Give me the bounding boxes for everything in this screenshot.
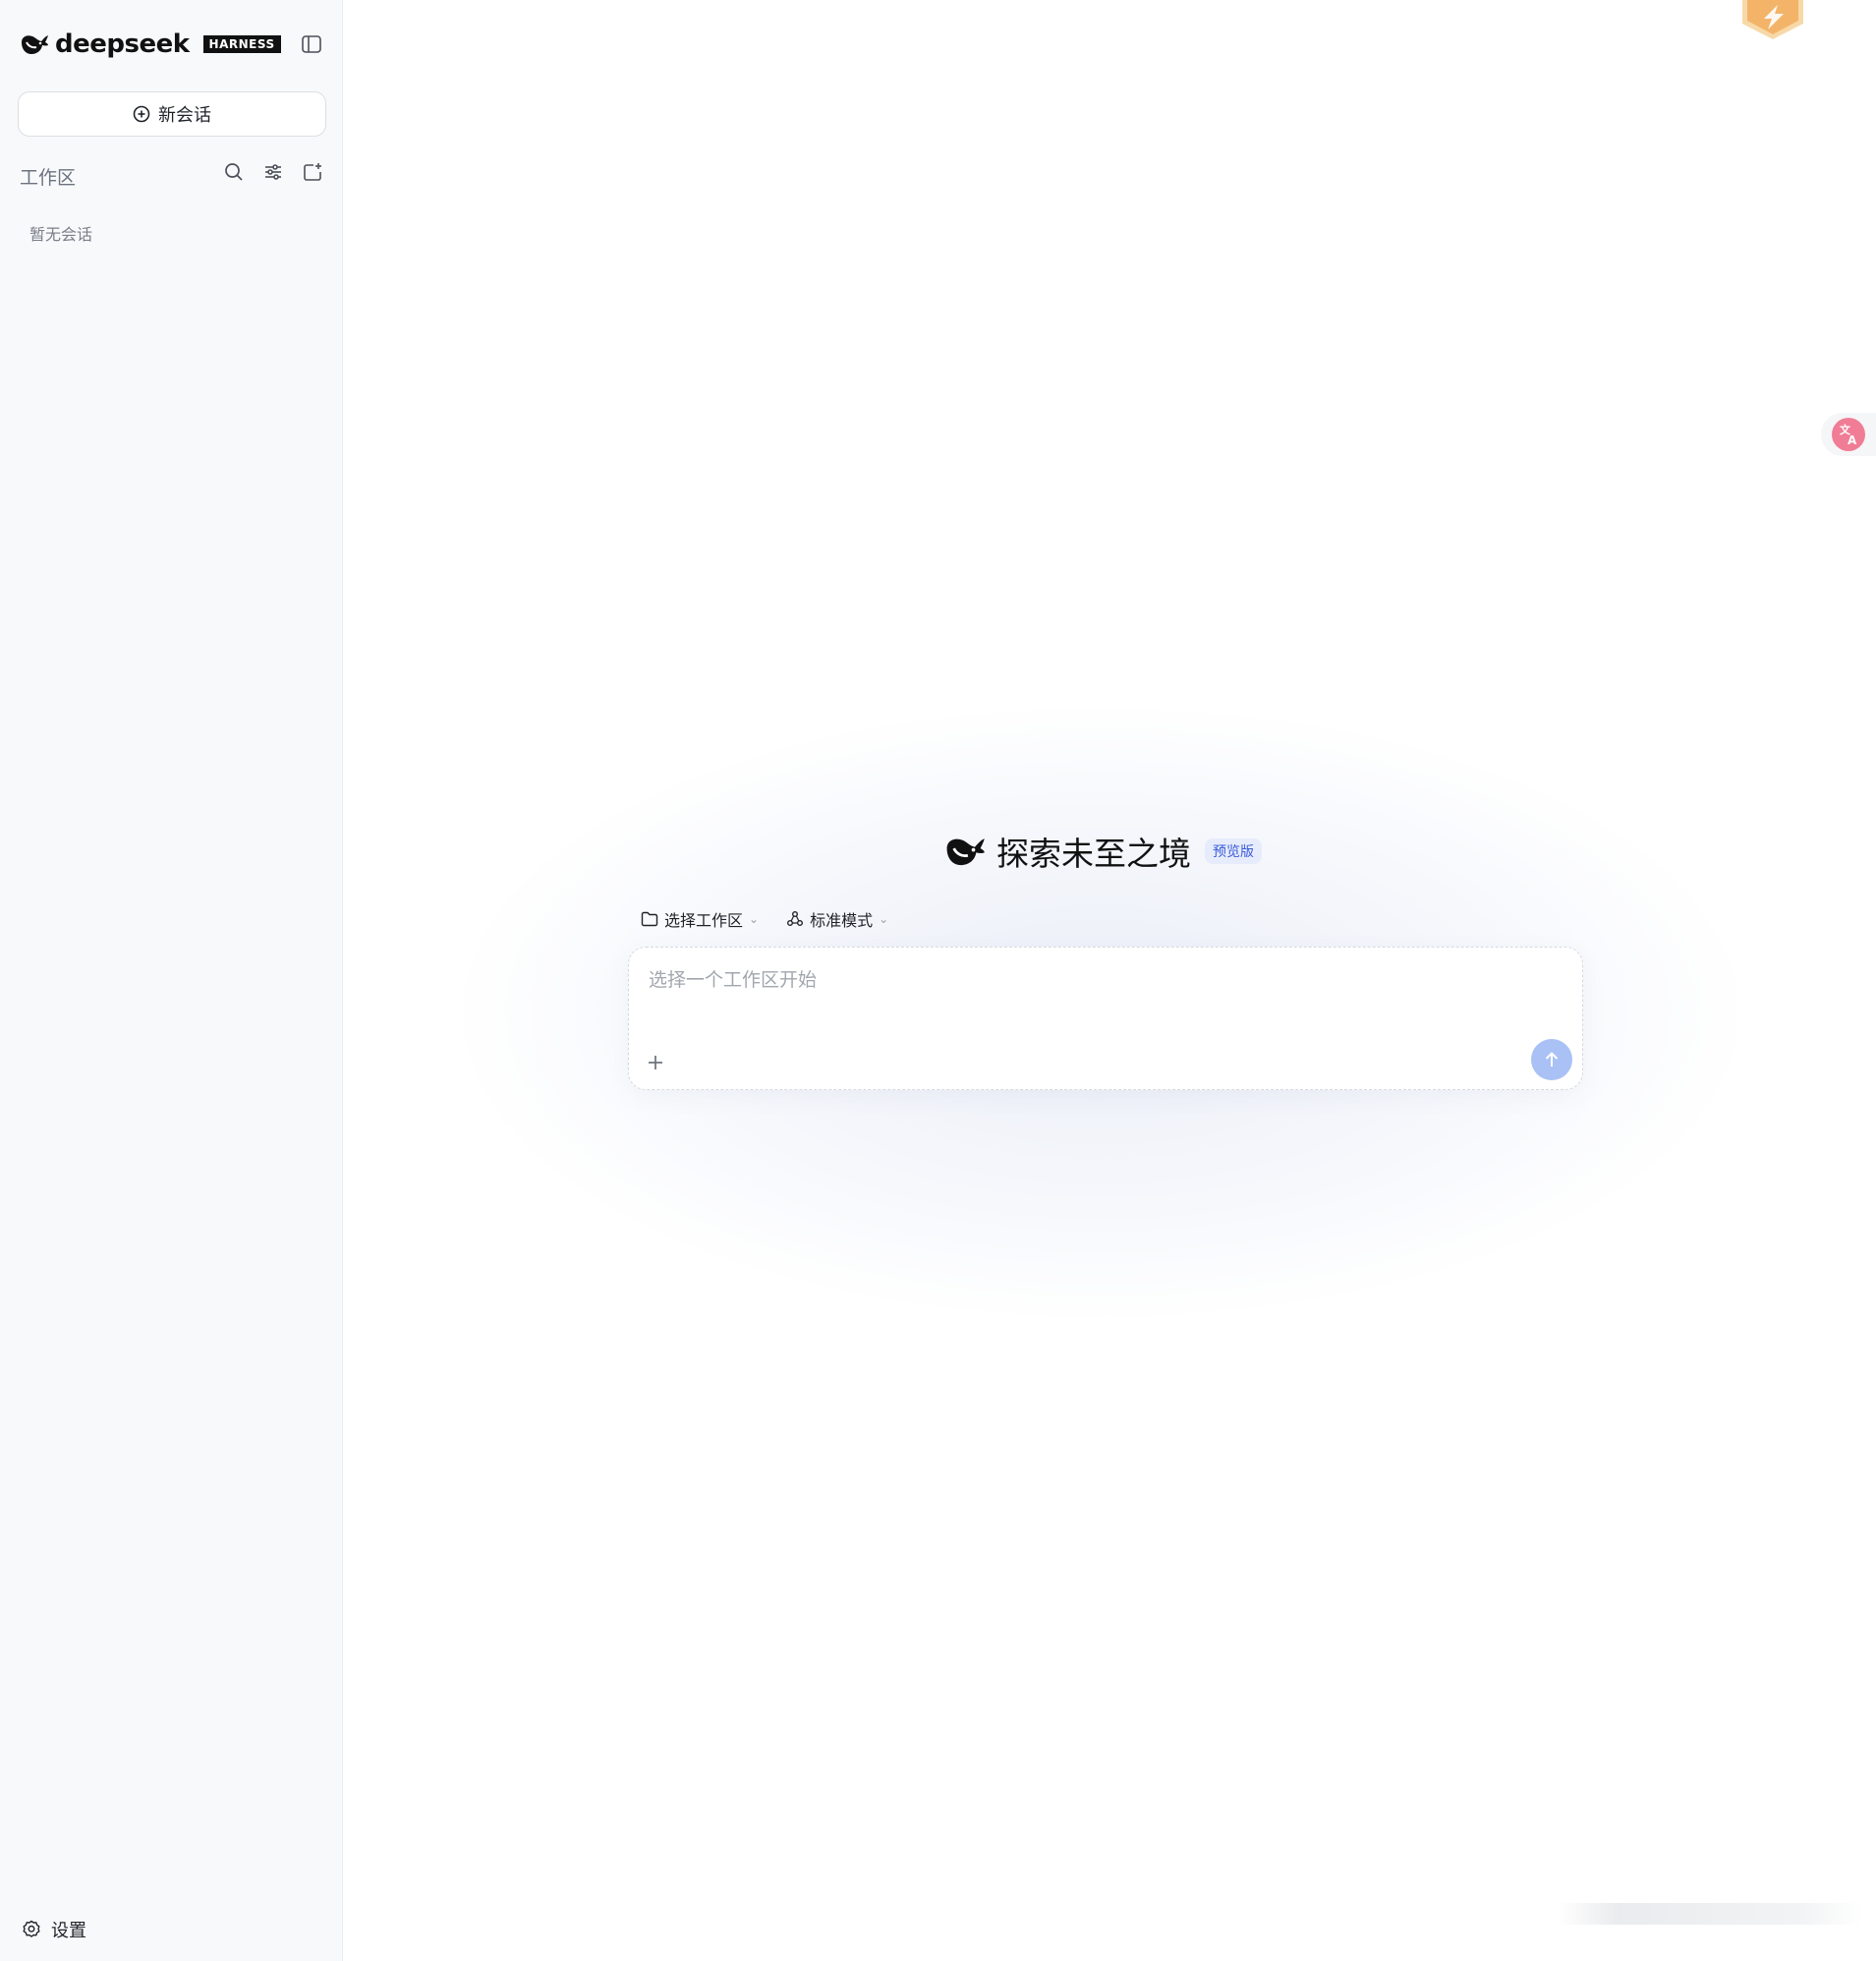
workspace-label: 工作区 (20, 167, 77, 189)
new-chat-button[interactable]: 新会话 (18, 91, 326, 137)
settings-label: 设置 (51, 1921, 86, 1941)
gear-icon (23, 1920, 40, 1937)
deepseek-whale-icon (22, 35, 48, 54)
folder-icon (641, 911, 658, 927)
search-icon[interactable] (222, 160, 246, 184)
mode-select-label: 标准模式 (810, 911, 874, 930)
arrow-up-icon (1545, 1052, 1559, 1067)
logo-text: deepseek (55, 29, 190, 59)
preview-badge: 预览版 (1205, 838, 1262, 864)
app-logo[interactable]: deepseek HARNESS (20, 29, 281, 59)
message-input[interactable] (647, 963, 1555, 1016)
composer-selectors: 选择工作区 ⌄ 标准模式 ⌄ (641, 907, 888, 931)
chevron-down-icon: ⌄ (749, 912, 760, 926)
horizontal-scrollbar[interactable] (1558, 1903, 1862, 1925)
svg-text:A: A (1848, 433, 1857, 447)
mode-icon (787, 911, 804, 926)
deepseek-whale-icon (946, 838, 985, 866)
workspace-header: 工作区 (20, 160, 324, 190)
sidebar: deepseek HARNESS 新会话 工作区 暂无会话 设置 (0, 0, 343, 1961)
plus-icon[interactable] (643, 1050, 668, 1075)
hero-heading: 探索未至之境 预览版 (943, 828, 1262, 875)
workspace-select[interactable]: 选择工作区 ⌄ (641, 907, 759, 931)
badge-icon[interactable] (1742, 0, 1803, 39)
workspace-tools (222, 160, 324, 184)
send-button[interactable] (1531, 1039, 1572, 1080)
settings-button[interactable]: 设置 (22, 1917, 86, 1942)
translate-icon: 文A (1832, 418, 1865, 451)
hero-title: 探索未至之境 (996, 835, 1191, 873)
empty-conversations: 暂无会话 (29, 225, 93, 244)
logo-badge: HARNESS (202, 35, 281, 53)
translate-button[interactable]: 文A (1821, 413, 1876, 456)
new-folder-icon[interactable] (301, 160, 324, 184)
chevron-down-icon: ⌄ (879, 912, 889, 926)
composer (628, 947, 1583, 1090)
plus-circle-icon (133, 105, 150, 123)
filter-icon[interactable] (261, 160, 285, 184)
mode-select[interactable]: 标准模式 ⌄ (786, 907, 888, 931)
sidebar-toggle-icon[interactable] (301, 33, 322, 55)
workspace-select-label: 选择工作区 (664, 911, 744, 930)
new-chat-label: 新会话 (158, 105, 211, 126)
